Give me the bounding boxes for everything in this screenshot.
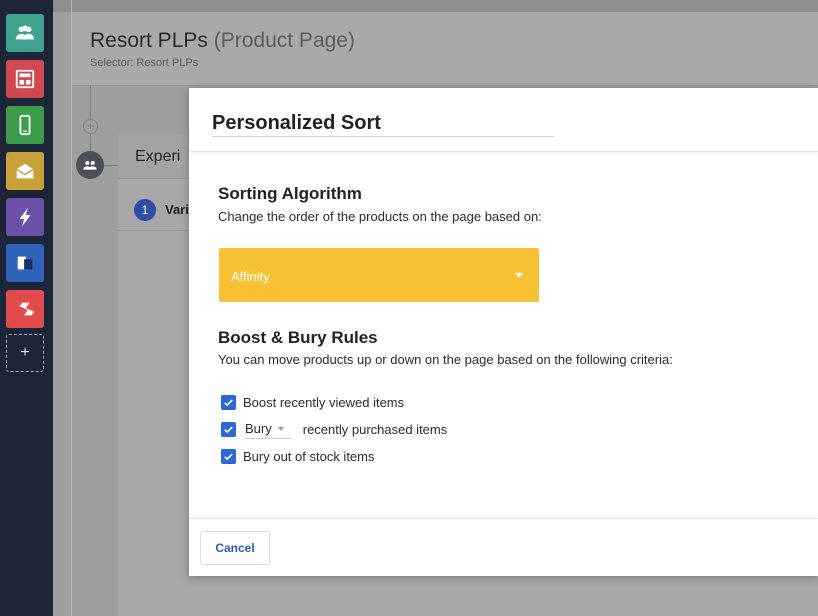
personalized-sort-modal: Personalized Sort Sorting Algorithm Chan…: [189, 88, 818, 576]
app-tile-email[interactable]: [6, 152, 44, 190]
check-icon: [224, 453, 233, 460]
rule2-action-value: Bury: [245, 421, 272, 436]
boost-viewed-checkbox[interactable]: [221, 394, 236, 410]
rule2-action-select[interactable]: Bury: [245, 419, 292, 439]
variant-label[interactable]: Vari: [165, 202, 189, 217]
sorting-algorithm-select[interactable]: Affinity: [219, 248, 539, 302]
modal-header: Personalized Sort: [189, 88, 818, 152]
app-sidebar: +: [0, 0, 53, 616]
rule3-label: Bury out of stock items: [243, 448, 375, 464]
page-selector-text: Selector: Resort PLPs: [90, 57, 199, 69]
cancel-button[interactable]: Cancel: [200, 531, 270, 565]
people-icon: [83, 161, 97, 170]
add-app-button[interactable]: +: [6, 334, 44, 372]
page-title-text: Resort PLPs: [90, 29, 208, 52]
sorting-algorithm-description: Change the order of the products on the …: [218, 209, 542, 224]
app-tile-people[interactable]: [6, 14, 44, 52]
check-icon: [224, 426, 233, 433]
rule-bury-out-of-stock: Bury out of stock items: [221, 446, 375, 466]
app-tile-layout[interactable]: [6, 60, 44, 98]
rule-boost-recently-viewed: Boost recently viewed items: [221, 392, 404, 412]
bury-purchased-checkbox[interactable]: [221, 421, 236, 437]
top-strip: [53, 0, 818, 12]
rule-bury-recently-purchased: Bury recently purchased items: [221, 419, 447, 439]
mobile-icon: [19, 114, 31, 136]
blocks-icon: [17, 256, 33, 270]
modal-title[interactable]: Personalized Sort: [212, 112, 381, 135]
email-icon: [16, 163, 34, 179]
modal-title-underline: [212, 136, 554, 137]
app-tile-blocks[interactable]: [6, 244, 44, 282]
boost-bury-description: You can move products up or down on the …: [218, 352, 673, 367]
sorting-algorithm-title: Sorting Algorithm: [218, 184, 362, 203]
page-title-suffix: (Product Page): [213, 29, 355, 52]
people-icon: [15, 25, 35, 40]
bolt-icon: [19, 207, 31, 227]
modal-footer: Cancel: [189, 518, 818, 576]
node-link: [104, 165, 118, 166]
layout-icon: [15, 69, 35, 89]
bury-out-of-stock-checkbox[interactable]: [221, 448, 236, 464]
experience-title: Experi: [135, 148, 181, 165]
app-tile-mobile[interactable]: [6, 106, 44, 144]
canvas-divider: [71, 0, 72, 616]
app-tile-s-logo[interactable]: [6, 290, 44, 328]
s-logo-icon: [19, 302, 35, 316]
boost-bury-title: Boost & Bury Rules: [218, 328, 378, 347]
audience-node[interactable]: [76, 151, 104, 179]
caret-down-icon: [515, 273, 523, 278]
check-icon: [224, 399, 233, 406]
variant-number-badge: 1: [134, 199, 156, 221]
app-tile-bolt[interactable]: [6, 198, 44, 236]
rule2-label: recently purchased items: [302, 421, 448, 437]
rule1-label: Boost recently viewed items: [243, 394, 405, 410]
page-card[interactable]: Resort PLPs (Product Page) Selector: Res…: [72, 12, 818, 86]
caret-down-icon: [277, 426, 284, 431]
add-node-icon[interactable]: +: [83, 119, 98, 134]
sorting-algorithm-value: Affinity: [231, 269, 270, 284]
page-title: Resort PLPs (Product Page): [90, 29, 355, 53]
